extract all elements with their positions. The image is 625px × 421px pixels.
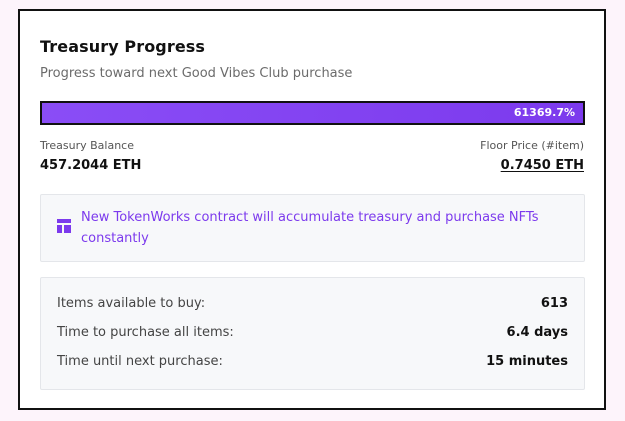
stat-row-time-next-purchase: Time until next purchase: 15 minutes xyxy=(57,354,568,374)
info-notice-text: New TokenWorks contract will accumulate … xyxy=(81,210,539,246)
floor-price-link[interactable]: 0.7450 ETH xyxy=(501,158,584,173)
stat-label: Items available to buy: xyxy=(57,296,206,311)
treasury-balance-value: 457.2044 ETH xyxy=(40,158,142,173)
floor-price-label: Floor Price (#item) xyxy=(480,139,584,152)
purchase-stats: Items available to buy: 613 Time to purc… xyxy=(40,277,585,390)
stat-label: Time until next purchase: xyxy=(57,354,223,369)
progress-bar-fill xyxy=(42,103,583,123)
stat-row-time-all-items: Time to purchase all items: 6.4 days xyxy=(57,325,568,345)
stat-value: 613 xyxy=(540,296,568,311)
treasury-progress-card: Treasury Progress Progress toward next G… xyxy=(18,9,606,410)
stat-label: Time to purchase all items: xyxy=(57,325,234,340)
card-title: Treasury Progress xyxy=(40,37,206,56)
stat-row-items-available: Items available to buy: 613 xyxy=(57,296,568,316)
layout-icon xyxy=(57,219,71,233)
stat-value: 15 minutes xyxy=(486,354,568,369)
card-subtitle: Progress toward next Good Vibes Club pur… xyxy=(40,66,353,81)
progress-percentage: 61369.7% xyxy=(513,106,575,119)
info-notice: New TokenWorks contract will accumulate … xyxy=(40,194,585,262)
stat-value: 6.4 days xyxy=(506,325,568,340)
progress-bar: 61369.7% xyxy=(40,101,585,125)
treasury-balance-label: Treasury Balance xyxy=(40,139,134,152)
